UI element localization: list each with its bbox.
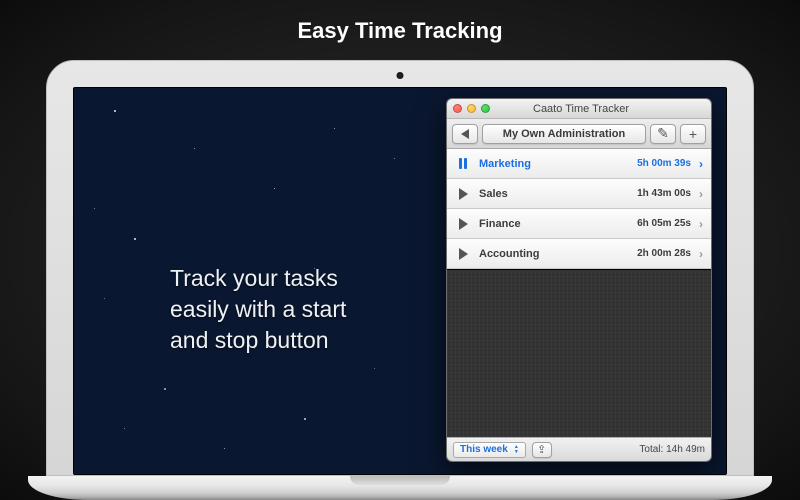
laptop-base <box>28 476 772 500</box>
task-name: Sales <box>479 188 629 200</box>
task-name: Accounting <box>479 248 629 260</box>
task-time: 2h 00m 28s <box>637 248 691 259</box>
pencil-icon: ✎ <box>657 125 669 142</box>
task-row[interactable]: Finance 6h 05m 25s › <box>447 209 711 239</box>
task-name: Finance <box>479 218 629 230</box>
play-icon <box>459 218 468 230</box>
play-button[interactable] <box>455 216 471 232</box>
task-time: 5h 00m 39s <box>637 158 691 169</box>
project-breadcrumb[interactable]: My Own Administration <box>482 124 646 144</box>
camera-dot <box>397 72 404 79</box>
app-window: Caato Time Tracker My Own Administration… <box>446 98 712 462</box>
stepper-arrows-icon <box>514 445 519 455</box>
task-time: 1h 43m 00s <box>637 188 691 199</box>
window-title: Caato Time Tracker <box>457 103 705 115</box>
edit-button[interactable]: ✎ <box>650 124 676 144</box>
total-label: Total: 14h 49m <box>639 444 705 455</box>
range-label: This week <box>460 444 508 455</box>
page-title: Easy Time Tracking <box>0 18 800 44</box>
back-icon <box>461 129 469 139</box>
promo-text: Track your tasks easily with a start and… <box>170 263 346 356</box>
pause-button[interactable] <box>455 156 471 172</box>
task-row[interactable]: Sales 1h 43m 00s › <box>447 179 711 209</box>
breadcrumb-label: My Own Administration <box>503 128 625 140</box>
chevron-right-icon: › <box>699 157 703 171</box>
chevron-right-icon: › <box>699 217 703 231</box>
toolbar: My Own Administration ✎ + <box>447 119 711 149</box>
laptop-notch <box>350 476 450 485</box>
export-icon: ⇪ <box>537 443 546 456</box>
add-button[interactable]: + <box>680 124 706 144</box>
titlebar: Caato Time Tracker <box>447 99 711 119</box>
task-time: 6h 05m 25s <box>637 218 691 229</box>
desktop-screen: Track your tasks easily with a start and… <box>73 87 727 475</box>
play-icon <box>459 188 468 200</box>
play-button[interactable] <box>455 186 471 202</box>
task-row[interactable]: Accounting 2h 00m 28s › <box>447 239 711 269</box>
pause-icon <box>459 158 467 169</box>
play-icon <box>459 248 468 260</box>
laptop-mockup: Track your tasks easily with a start and… <box>46 60 754 500</box>
task-row[interactable]: Marketing 5h 00m 39s › <box>447 149 711 179</box>
task-list: Marketing 5h 00m 39s › Sales 1h 43m 00s … <box>447 149 711 269</box>
back-button[interactable] <box>452 124 478 144</box>
export-button[interactable]: ⇪ <box>532 442 552 458</box>
empty-area <box>447 269 711 437</box>
task-name: Marketing <box>479 158 629 170</box>
plus-icon: + <box>689 126 697 142</box>
range-select[interactable]: This week <box>453 442 526 458</box>
footer: This week ⇪ Total: 14h 49m <box>447 437 711 461</box>
chevron-right-icon: › <box>699 187 703 201</box>
play-button[interactable] <box>455 246 471 262</box>
chevron-right-icon: › <box>699 247 703 261</box>
